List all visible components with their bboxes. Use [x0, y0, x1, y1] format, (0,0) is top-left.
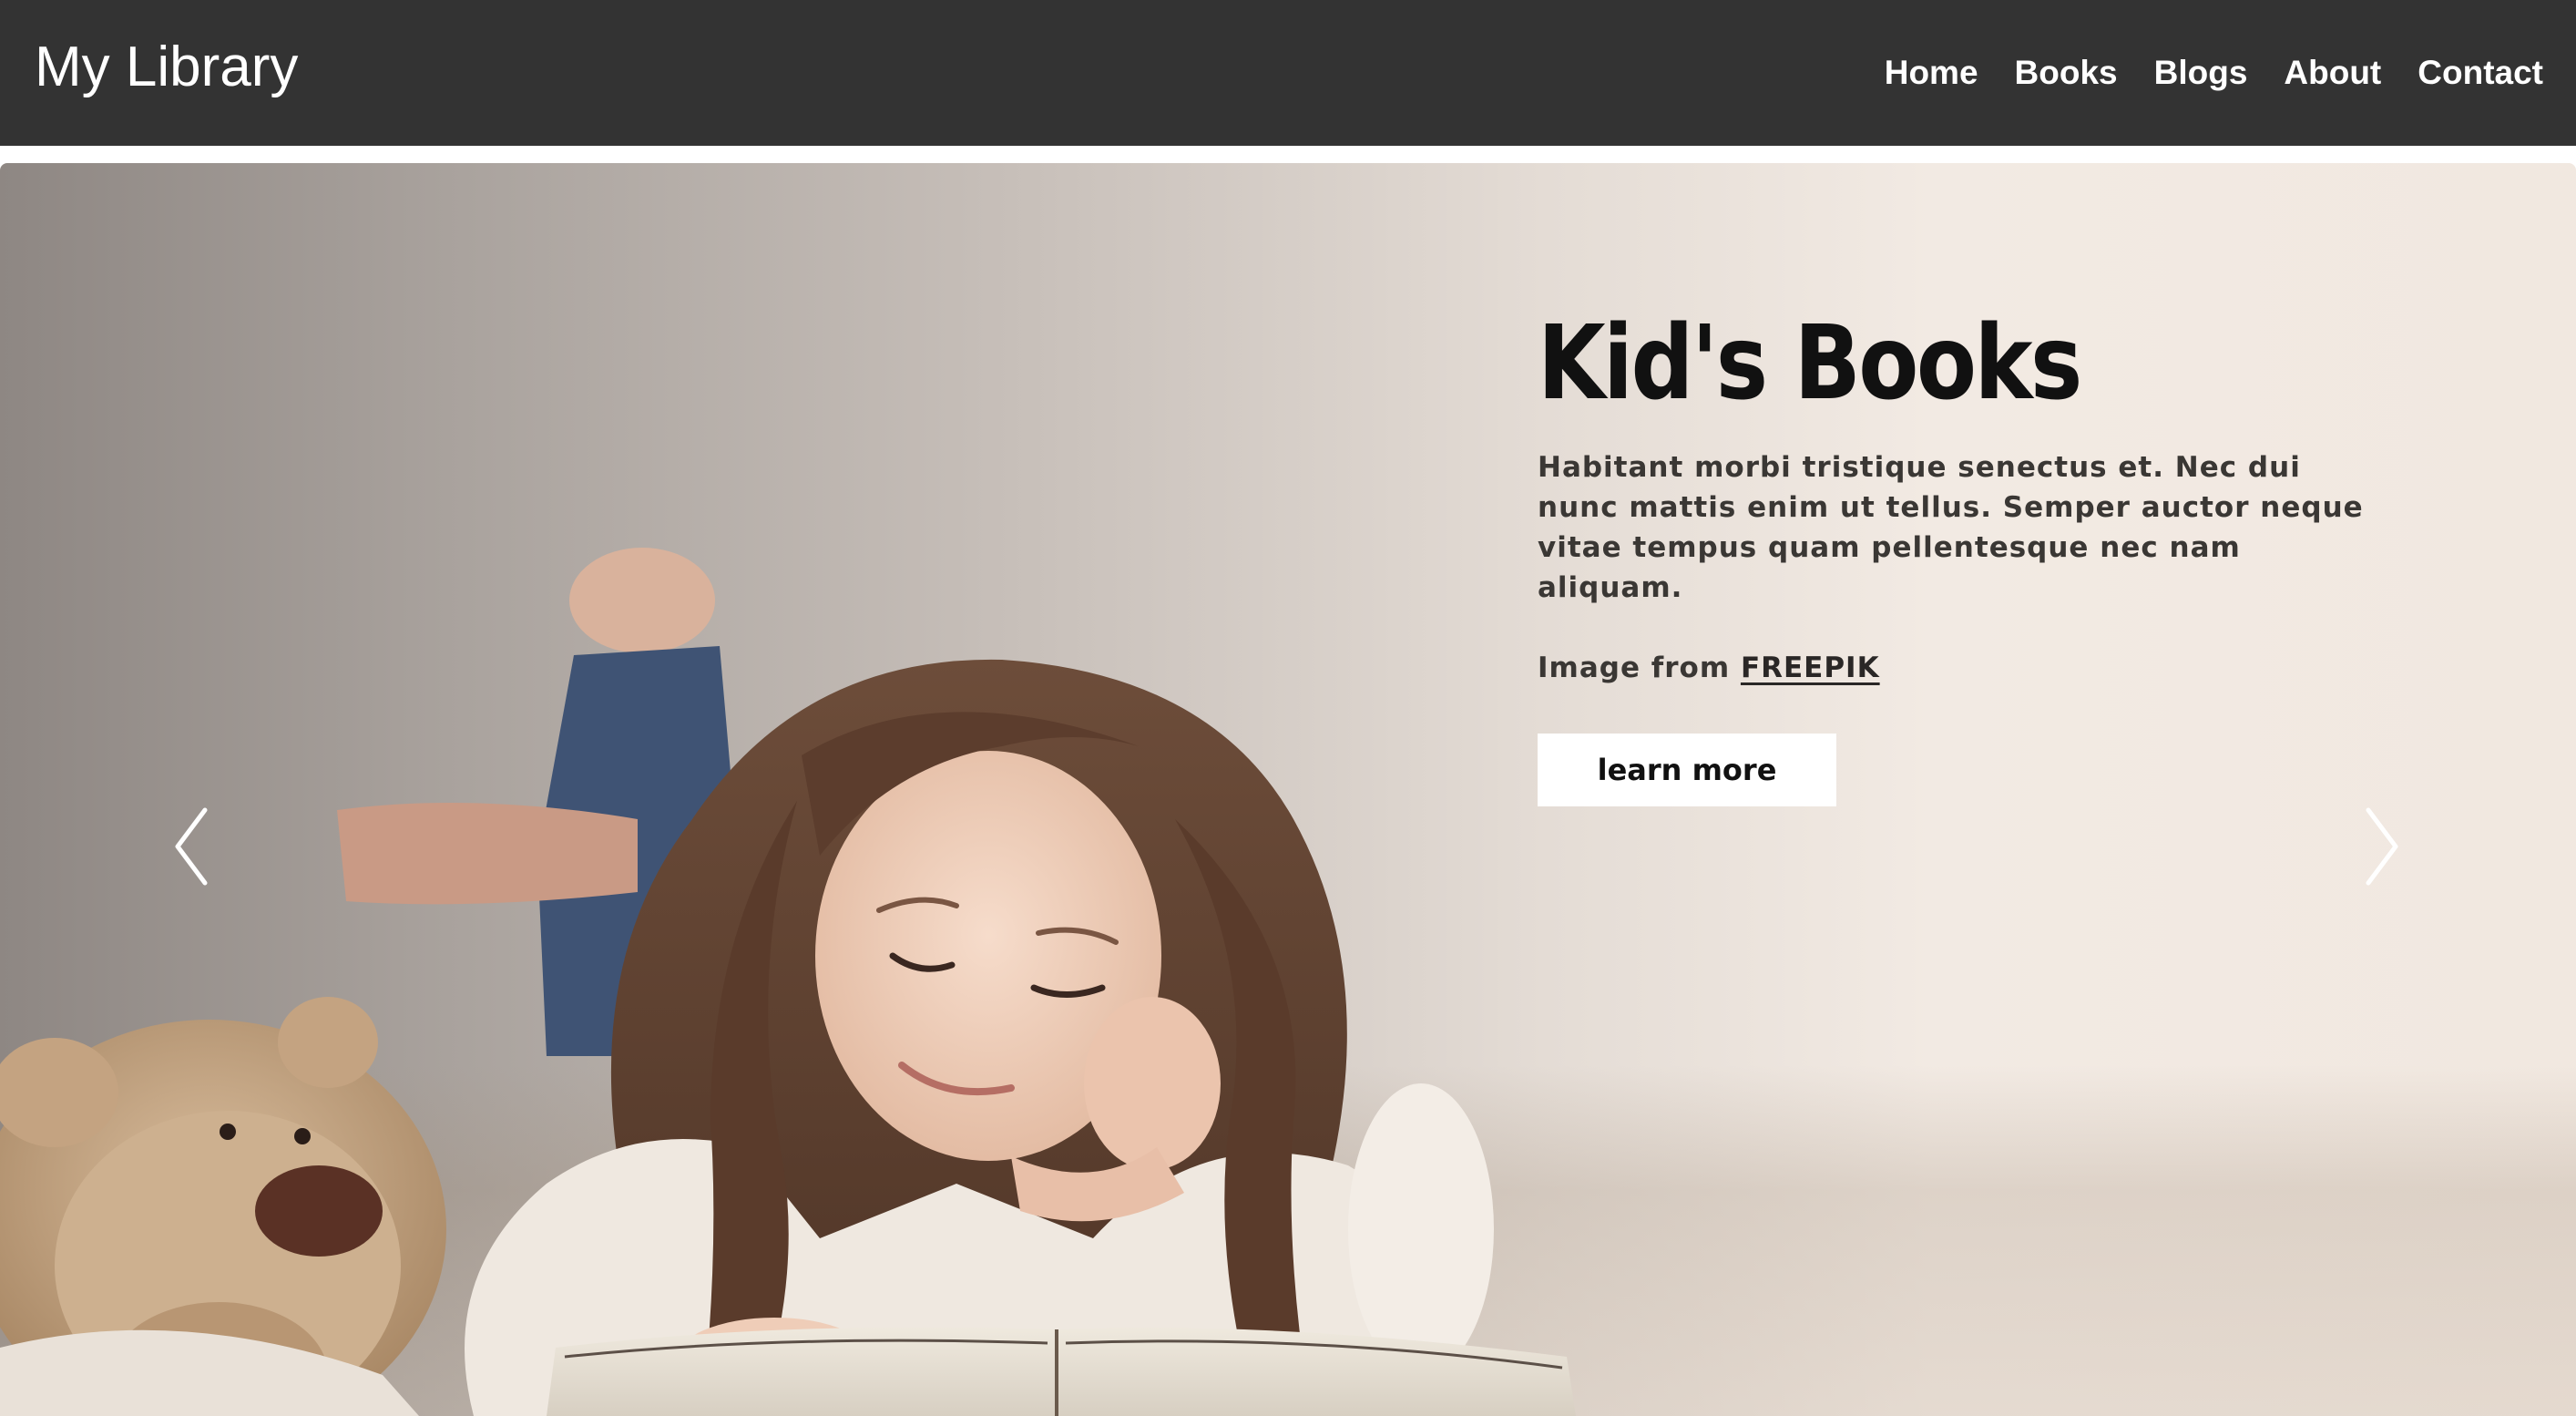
nav-link-blogs[interactable]: Blogs [2154, 47, 2248, 98]
image-credit-prefix: Image from [1538, 652, 1731, 684]
hero-background-image [0, 548, 1576, 1416]
nav-link-books[interactable]: Books [2015, 47, 2118, 98]
brand-logo-link[interactable]: My Library [35, 31, 298, 104]
learn-more-button[interactable]: learn more [1538, 734, 1836, 806]
nav-link-home[interactable]: Home [1885, 47, 1978, 98]
nav-links: Home Books Blogs About Contact [1885, 47, 2543, 98]
nav-link-about[interactable]: About [2284, 47, 2381, 98]
carousel-caption: Kid's Books Habitant morbi tristique sen… [1538, 300, 2412, 806]
hero-title: Kid's Books [1538, 304, 2082, 423]
image-credit: Image from FREEPIK [1538, 648, 2412, 688]
hero-carousel: Kid's Books Habitant morbi tristique sen… [0, 163, 2576, 1416]
chevron-left-icon [175, 807, 208, 886]
navbar: My Library Home Books Blogs About Contac… [0, 0, 2576, 146]
freepik-link[interactable]: FREEPIK [1741, 652, 1880, 684]
hero-description: Habitant morbi tristique senectus et. Ne… [1538, 451, 2364, 604]
nav-link-contact[interactable]: Contact [2418, 47, 2543, 98]
chevron-right-icon [2366, 807, 2398, 886]
carousel-prev-button[interactable] [150, 792, 232, 901]
carousel-next-button[interactable] [2341, 792, 2423, 901]
